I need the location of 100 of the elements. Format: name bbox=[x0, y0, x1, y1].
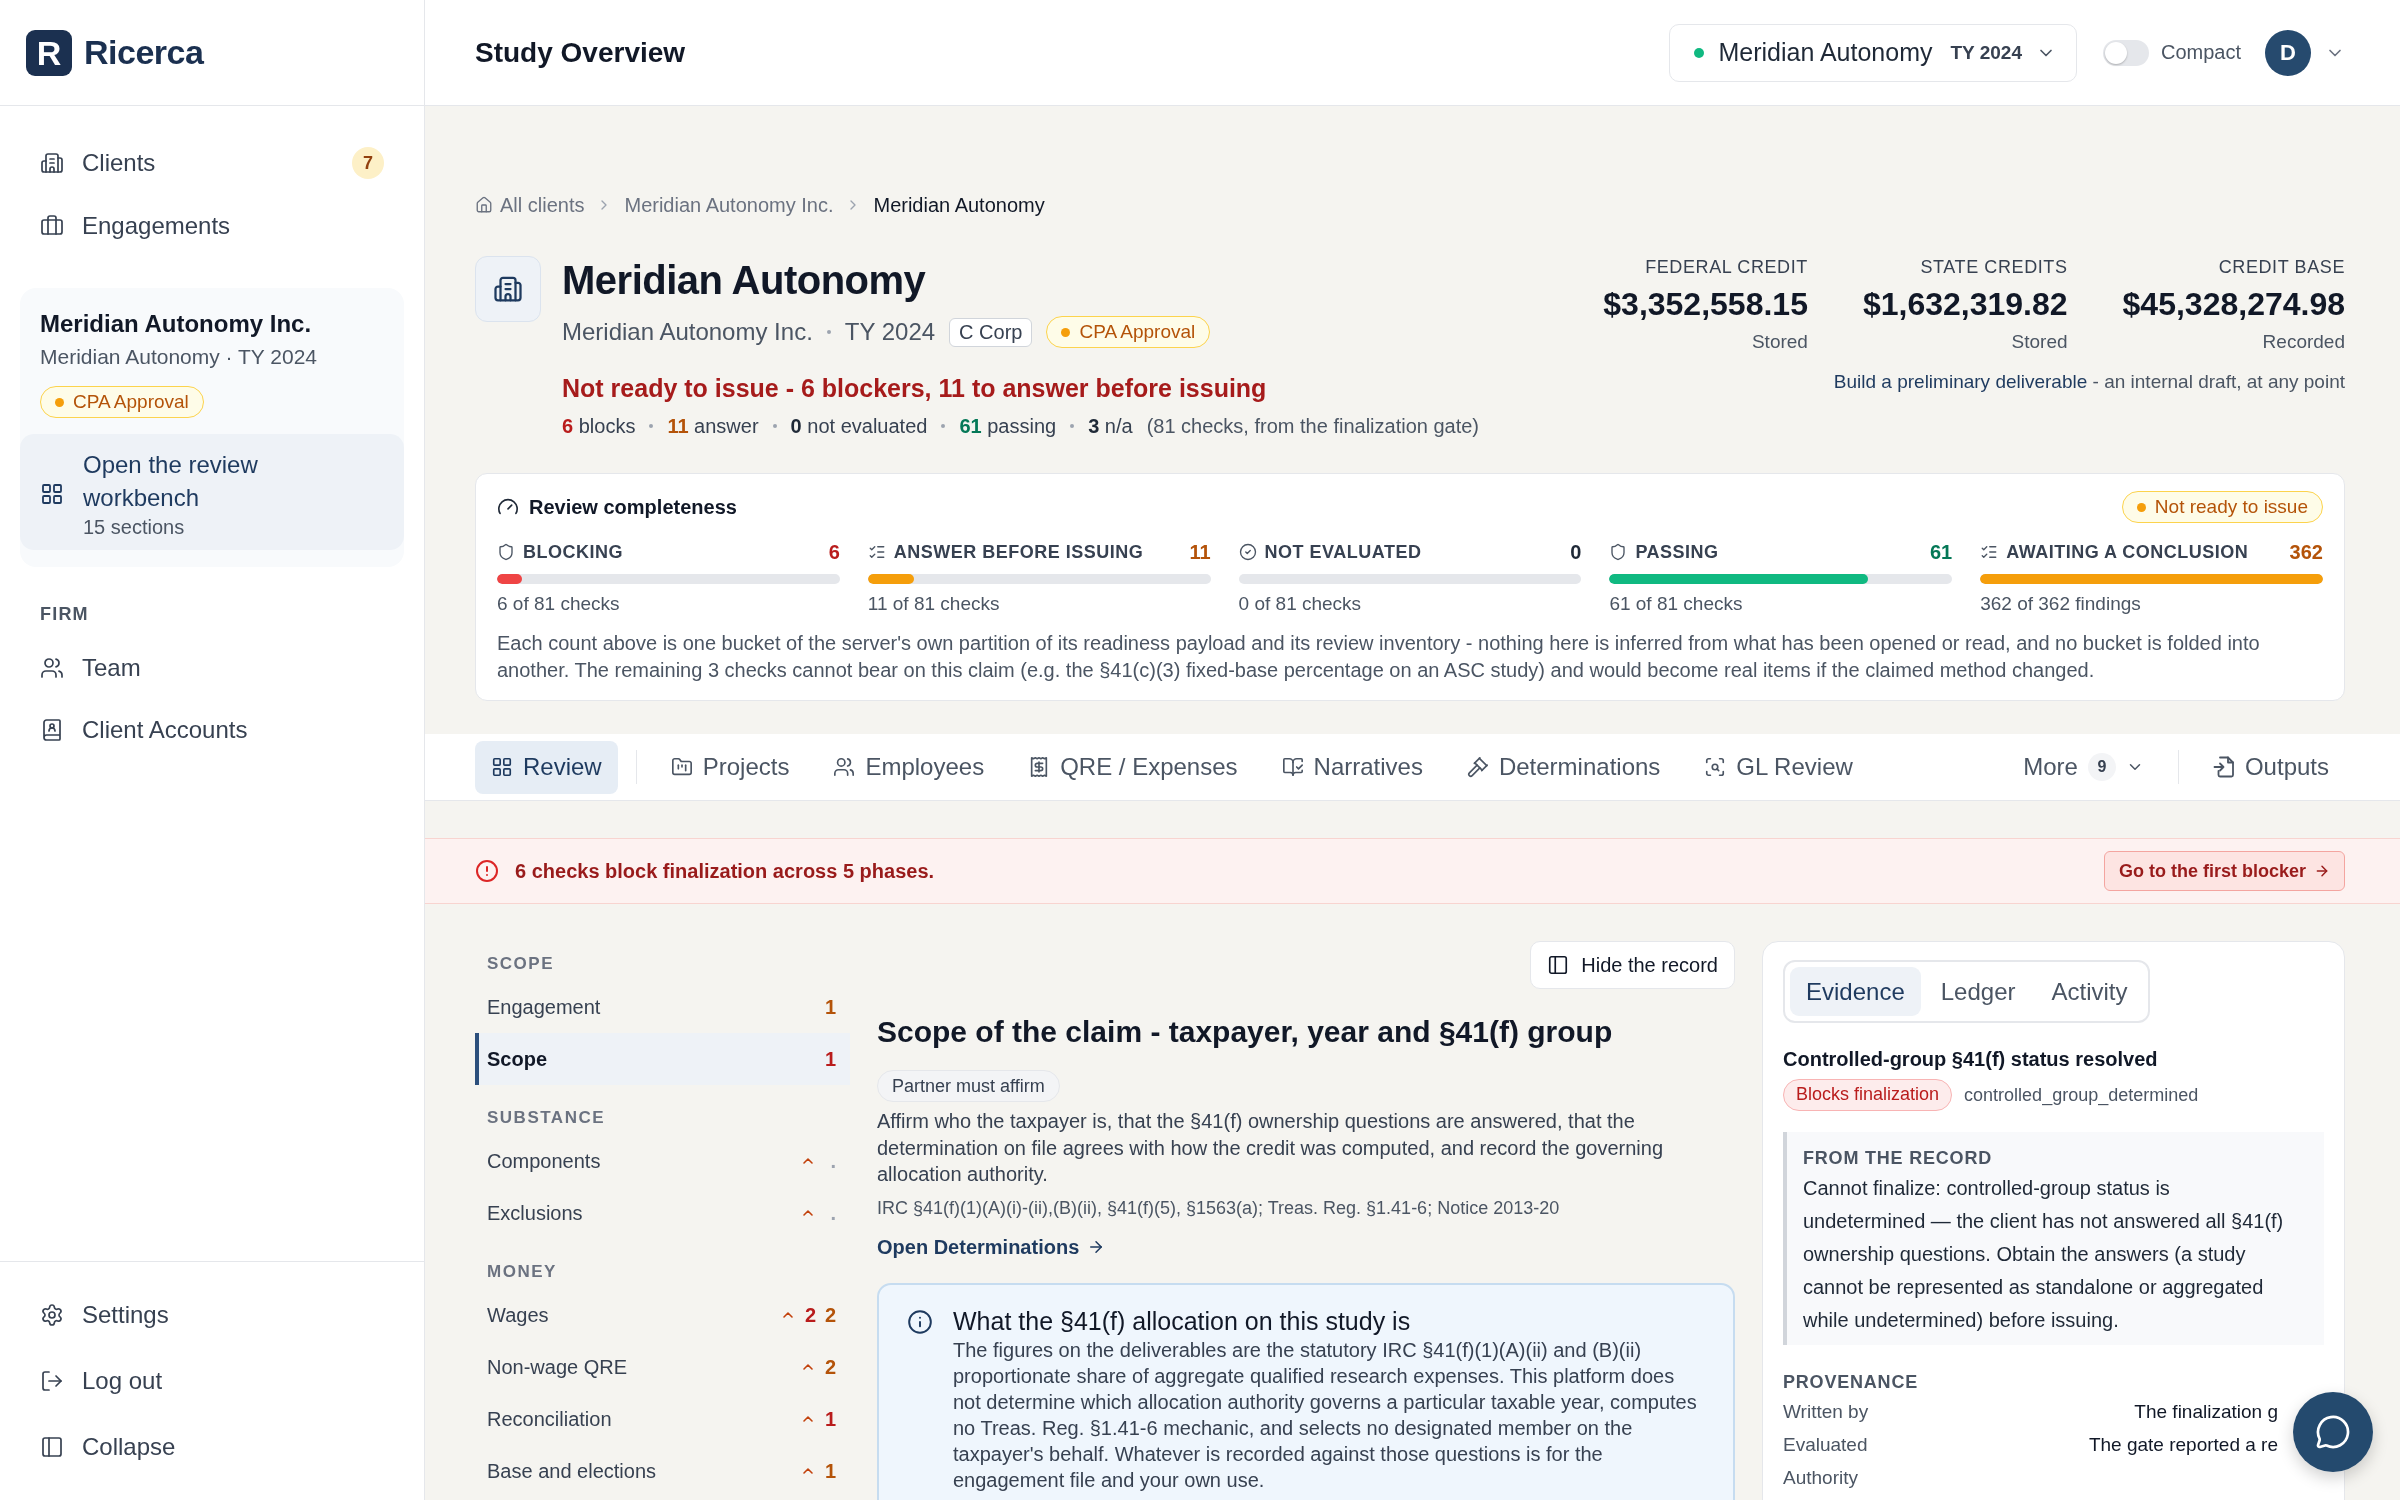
check-title: Controlled-group §41(f) status resolved bbox=[1783, 1047, 2159, 1072]
issue-count: . bbox=[829, 1201, 836, 1225]
panel-icon bbox=[1547, 954, 1570, 976]
sidebar-nav-item[interactable]: Engagements bbox=[20, 198, 404, 254]
issue-count: 2 bbox=[824, 1303, 836, 1327]
group-heading: FIRM bbox=[39, 603, 90, 625]
section-heading: SUBSTANCE bbox=[486, 1107, 607, 1129]
more-tab[interactable]: More 9 bbox=[2007, 740, 2160, 794]
issue-count: 1 bbox=[824, 995, 836, 1019]
section-nav-item[interactable]: Reconciliation 1 bbox=[475, 1393, 850, 1445]
panel-tab[interactable]: Activity bbox=[2035, 967, 2144, 1016]
affirm-badge: Partner must affirm bbox=[877, 1070, 1060, 1102]
folder-icon bbox=[670, 756, 693, 778]
bucket-caption: 61 of 81 checks bbox=[1609, 592, 1744, 616]
check-tally: 3 n/a bbox=[1088, 414, 1133, 439]
severity-badge: Blocks finalization bbox=[1783, 1079, 1953, 1111]
breadcrumb-link[interactable]: Meridian Autonomy Inc. bbox=[624, 193, 834, 217]
issue-count: 1 bbox=[824, 1047, 836, 1071]
list-check-icon bbox=[867, 543, 886, 561]
section-nav-item[interactable]: Engagement 1 bbox=[475, 981, 850, 1033]
tab[interactable]: Determinations bbox=[1450, 740, 1677, 794]
count-badge: 7 bbox=[352, 147, 384, 179]
section-nav-item[interactable]: Wages 2 2 bbox=[475, 1289, 850, 1341]
bucket-label: PASSING bbox=[1635, 541, 1719, 563]
client-selector[interactable]: Meridian Autonomy TY 2024 bbox=[1669, 23, 2077, 82]
check-tally: 11 answer bbox=[667, 414, 759, 439]
workbench-link[interactable]: Open the review workbench 15 sections bbox=[20, 434, 404, 550]
section-nav-item[interactable]: Scope 1 bbox=[475, 1033, 850, 1085]
settings-icon bbox=[40, 1303, 64, 1327]
first-blocker-button[interactable]: Go to the first blocker bbox=[2103, 851, 2345, 891]
credit-note: Stored bbox=[2011, 330, 2068, 354]
bucket-count: 11 bbox=[1189, 540, 1211, 564]
sidebar-footer-item[interactable]: Collapse bbox=[20, 1414, 404, 1480]
determinations-link[interactable]: Open Determinations bbox=[877, 1232, 1106, 1261]
contact-book-icon bbox=[40, 718, 64, 742]
document-arrow-icon bbox=[2212, 756, 2235, 778]
breadcrumb-current: Meridian Autonomy bbox=[873, 193, 1045, 217]
check-tally: 61 passing bbox=[959, 414, 1057, 439]
tab[interactable]: Outputs bbox=[2196, 740, 2345, 794]
bucket-count: 362 bbox=[2289, 540, 2323, 564]
status-dot-icon bbox=[1061, 327, 1071, 337]
provenance-label: Written by bbox=[1783, 1400, 1869, 1423]
entity-type-badge: C Corp bbox=[949, 317, 1033, 347]
sidebar-footer-item[interactable]: Log out bbox=[20, 1348, 404, 1414]
tax-year: TY 2024 bbox=[844, 318, 936, 346]
breadcrumb-link[interactable]: All clients bbox=[475, 193, 585, 217]
tab[interactable]: Projects bbox=[654, 740, 806, 794]
panel-tab[interactable]: Ledger bbox=[1924, 967, 2032, 1016]
user-avatar[interactable]: D bbox=[2265, 29, 2311, 76]
building-icon bbox=[475, 256, 541, 322]
provenance-label: Authority bbox=[1783, 1466, 1858, 1489]
section-nav-item[interactable]: Components . bbox=[475, 1135, 850, 1187]
bucket-count: 6 bbox=[828, 540, 840, 564]
status-dot-icon bbox=[1694, 47, 1705, 58]
provenance-heading: PROVENANCE bbox=[1783, 1371, 1920, 1394]
check-tally: 0 not evaluated bbox=[790, 414, 928, 439]
issue-count: . bbox=[829, 1149, 836, 1173]
bucket-label: NOT EVALUATED bbox=[1264, 541, 1422, 563]
provenance-value: The finalization g bbox=[2134, 1400, 2278, 1423]
section-title: Scope of the claim - taxpayer, year and §41(f) group bbox=[877, 1014, 1614, 1050]
logout-icon bbox=[40, 1369, 64, 1393]
sidebar-nav-item[interactable]: Clients 7 bbox=[20, 135, 404, 191]
status-dot-icon bbox=[55, 397, 64, 407]
tab[interactable]: GL Review bbox=[1688, 740, 1869, 794]
scan-icon bbox=[1704, 756, 1727, 778]
section-nav-item[interactable]: Non-wage QRE 2 bbox=[475, 1341, 850, 1393]
bucket-count: 0 bbox=[1570, 540, 1582, 564]
credit-label: CREDIT BASE bbox=[2218, 256, 2345, 278]
bucket-caption: 6 of 81 checks bbox=[497, 592, 621, 616]
section-heading: SCOPE bbox=[486, 953, 556, 975]
gavel-icon bbox=[1466, 756, 1489, 778]
credit-label: FEDERAL CREDIT bbox=[1645, 256, 1808, 278]
sidebar-nav-item[interactable]: Client Accounts bbox=[20, 702, 404, 758]
panel-tab[interactable]: Evidence bbox=[1790, 967, 1921, 1016]
citation-text: IRC §41(f)(1)(A)(i)-(ii),(B)(ii), §41(f)(5), §1563(a); Treas. Reg. §1.41-6; Notice 2013-20 bbox=[877, 1196, 1561, 1220]
tab[interactable]: Review bbox=[475, 740, 618, 794]
sidebar-nav-item[interactable]: Team bbox=[20, 640, 404, 696]
grid-icon bbox=[491, 756, 513, 778]
tab[interactable]: QRE / Expenses bbox=[1012, 740, 1254, 794]
tab[interactable]: Narratives bbox=[1265, 740, 1439, 794]
issue-count: 1 bbox=[824, 1407, 836, 1431]
year-label: TY 2024 bbox=[1950, 41, 2022, 64]
sidebar-footer-item[interactable]: Settings bbox=[20, 1282, 404, 1348]
credit-value: $45,328,274.98 bbox=[2122, 285, 2345, 324]
alert-message: 6 checks block finalization across 5 phases. bbox=[515, 859, 935, 883]
tab[interactable]: Employees bbox=[817, 740, 1001, 794]
status-label: Not ready to issue bbox=[2154, 496, 2308, 518]
client-name: Meridian Autonomy Inc. bbox=[39, 309, 313, 339]
shield-icon bbox=[1609, 543, 1628, 561]
tally-note: (81 checks, from the finalization gate) bbox=[1146, 414, 1480, 439]
compact-label: Compact bbox=[2160, 41, 2241, 64]
users-icon bbox=[833, 756, 856, 778]
section-nav-item[interactable]: Base and elections 1 bbox=[475, 1445, 850, 1497]
circle-check-icon bbox=[1238, 543, 1257, 561]
users-icon bbox=[40, 656, 64, 680]
card-title: Review completeness bbox=[529, 495, 737, 519]
draft-link[interactable]: Build a preliminary deliverable bbox=[1833, 371, 2088, 392]
section-nav-item[interactable]: Exclusions . bbox=[475, 1187, 850, 1239]
compact-toggle[interactable] bbox=[2102, 39, 2149, 66]
hide-record-button[interactable]: Hide the record bbox=[1530, 941, 1735, 989]
